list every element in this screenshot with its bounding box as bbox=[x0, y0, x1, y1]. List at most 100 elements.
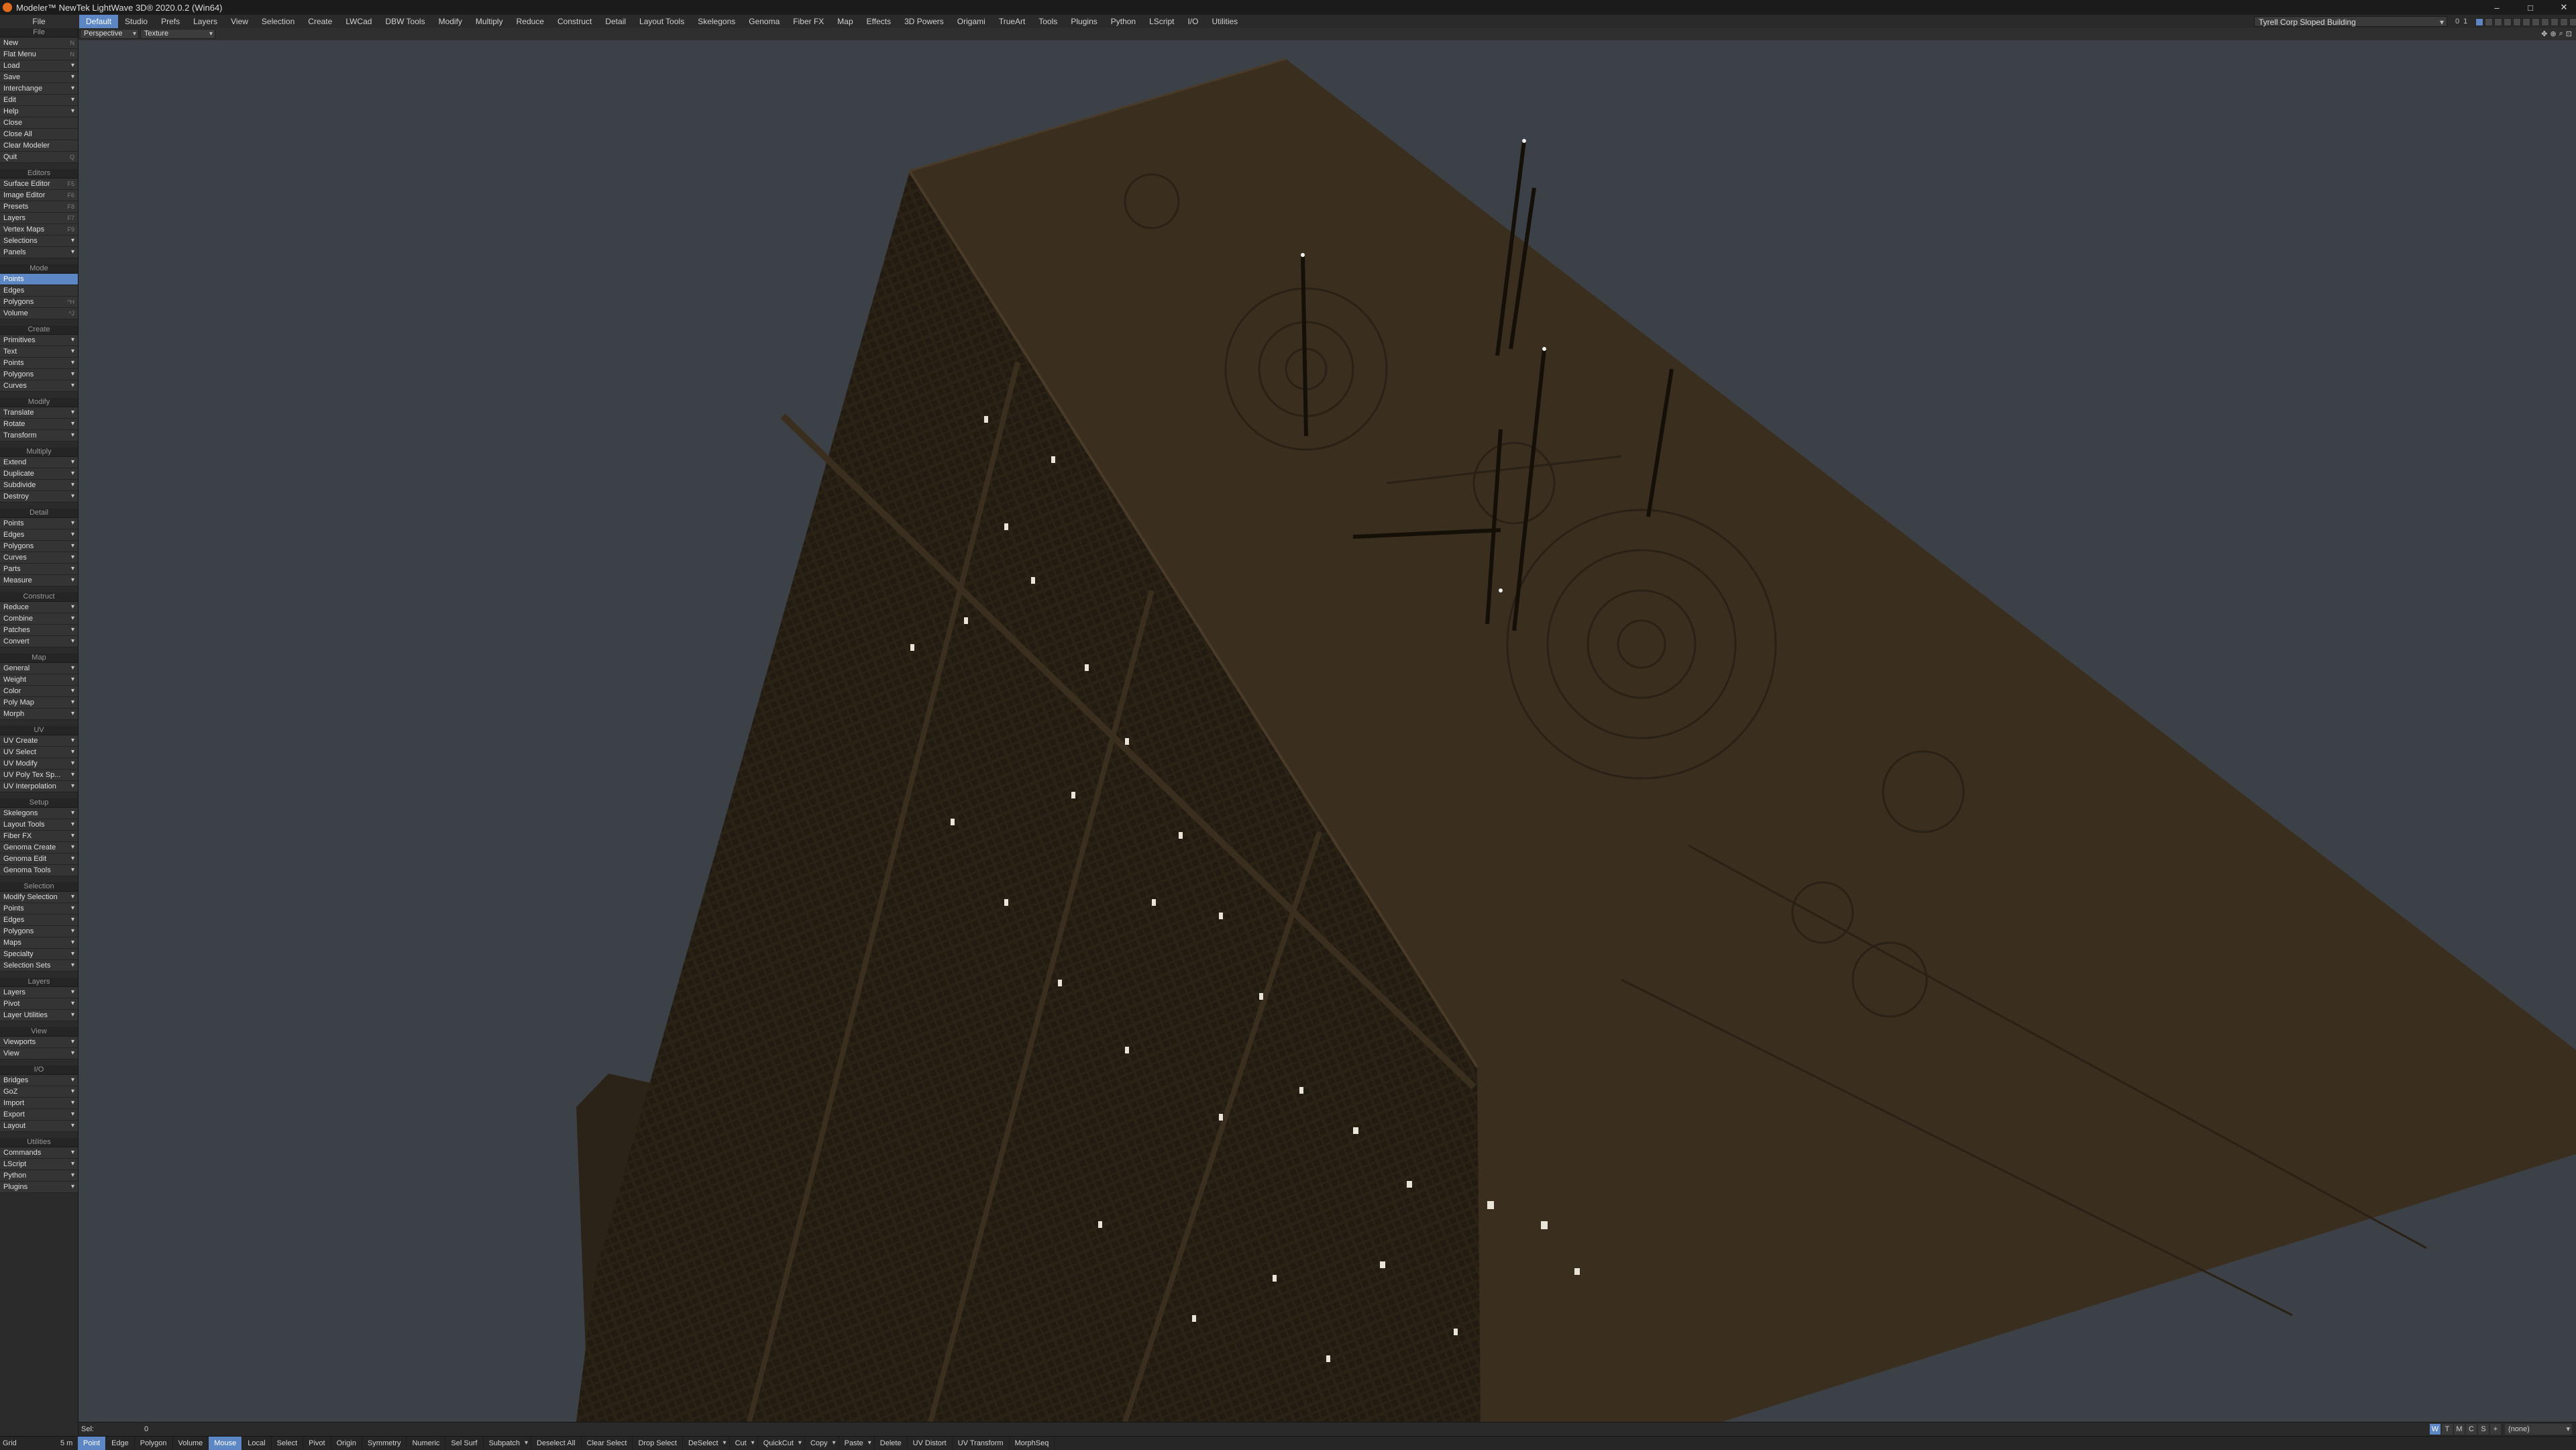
tool-polygon[interactable]: Polygon bbox=[135, 1437, 173, 1450]
sidebar-button-modify-selection[interactable]: Modify Selection ▾ bbox=[0, 892, 78, 903]
sidebar-button-viewports[interactable]: Viewports ▾ bbox=[0, 1037, 78, 1048]
tool-sel-surf[interactable]: Sel Surf bbox=[445, 1437, 484, 1450]
tab-lscript[interactable]: LScript bbox=[1142, 15, 1181, 28]
sidebar-button-genoma-tools[interactable]: Genoma Tools ▾ bbox=[0, 865, 78, 876]
sidebar-button-edges[interactable]: Edges ▾ bbox=[0, 529, 78, 541]
tool-uv-transform[interactable]: UV Transform bbox=[953, 1437, 1010, 1450]
layer-button[interactable] bbox=[2532, 18, 2540, 26]
sidebar-button-duplicate[interactable]: Duplicate ▾ bbox=[0, 468, 78, 480]
sidebar-button-parts[interactable]: Parts ▾ bbox=[0, 564, 78, 575]
tab-plugins[interactable]: Plugins bbox=[1064, 15, 1104, 28]
sidebar-button-specialty[interactable]: Specialty ▾ bbox=[0, 949, 78, 960]
sidebar-button-lscript[interactable]: LScript ▾ bbox=[0, 1159, 78, 1170]
tab-tools[interactable]: Tools bbox=[1032, 15, 1064, 28]
tab-map[interactable]: Map bbox=[830, 15, 859, 28]
tab-detail[interactable]: Detail bbox=[598, 15, 633, 28]
sidebar-button-load[interactable]: Load ▾ bbox=[0, 60, 78, 72]
tool-select[interactable]: Select bbox=[272, 1437, 304, 1450]
tool-local[interactable]: Local bbox=[242, 1437, 272, 1450]
tab-dbw-tools[interactable]: DBW Tools bbox=[378, 15, 431, 28]
sidebar-button-morph[interactable]: Morph ▾ bbox=[0, 709, 78, 720]
tool-deselect-all[interactable]: Deselect All bbox=[531, 1437, 582, 1450]
tool-pivot[interactable]: Pivot bbox=[303, 1437, 331, 1450]
sidebar-button-combine[interactable]: Combine ▾ bbox=[0, 613, 78, 625]
sidebar-button-uv-select[interactable]: UV Select ▾ bbox=[0, 747, 78, 758]
sidebar-button-view[interactable]: View ▾ bbox=[0, 1048, 78, 1059]
perspective-viewport[interactable] bbox=[78, 40, 2576, 1422]
sidebar-button-python[interactable]: Python ▾ bbox=[0, 1170, 78, 1182]
vmap-dropdown[interactable]: (none) bbox=[2505, 1424, 2572, 1435]
tab-python[interactable]: Python bbox=[1104, 15, 1142, 28]
tool-symmetry[interactable]: Symmetry bbox=[362, 1437, 407, 1450]
sidebar-button-uv-interpolation[interactable]: UV Interpolation ▾ bbox=[0, 781, 78, 792]
sidebar-button-subdivide[interactable]: Subdivide ▾ bbox=[0, 480, 78, 491]
sidebar-button-quit[interactable]: Quit Q bbox=[0, 152, 78, 163]
new-vmap-button[interactable]: + bbox=[2490, 1424, 2501, 1435]
move-view-icon[interactable]: ✥ bbox=[2541, 30, 2547, 38]
sidebar-button-layout-tools[interactable]: Layout Tools ▾ bbox=[0, 819, 78, 831]
view-mode-dropdown[interactable]: Perspective bbox=[80, 29, 139, 39]
tab-default[interactable]: Default bbox=[79, 15, 119, 28]
sidebar-button-help[interactable]: Help ▾ bbox=[0, 106, 78, 117]
sidebar-button-selection-sets[interactable]: Selection Sets ▾ bbox=[0, 960, 78, 972]
tab-origami[interactable]: Origami bbox=[951, 15, 992, 28]
tab-layers[interactable]: Layers bbox=[186, 15, 224, 28]
sidebar-button-translate[interactable]: Translate ▾ bbox=[0, 407, 78, 419]
sidebar-button-text[interactable]: Text ▾ bbox=[0, 346, 78, 358]
layer-button[interactable] bbox=[2541, 18, 2549, 26]
sidebar-button-curves[interactable]: Curves ▾ bbox=[0, 380, 78, 392]
sidebar-button-fiber-fx[interactable]: Fiber FX ▾ bbox=[0, 831, 78, 842]
tool-edge[interactable]: Edge bbox=[106, 1437, 135, 1450]
sidebar-button-panels[interactable]: Panels ▾ bbox=[0, 247, 78, 258]
sidebar-button-close[interactable]: Close bbox=[0, 117, 78, 129]
texture-map-button[interactable]: T bbox=[2442, 1424, 2453, 1435]
tab-effects[interactable]: Effects bbox=[860, 15, 898, 28]
layer-button[interactable] bbox=[2522, 18, 2530, 26]
sidebar-button-polygons[interactable]: Polygons ▾ bbox=[0, 541, 78, 552]
sidebar-button-genoma-create[interactable]: Genoma Create ▾ bbox=[0, 842, 78, 853]
sidebar-button-pivot[interactable]: Pivot ▾ bbox=[0, 998, 78, 1010]
sidebar-button-maps[interactable]: Maps ▾ bbox=[0, 937, 78, 949]
tab-construct[interactable]: Construct bbox=[551, 15, 598, 28]
sidebar-button-genoma-edit[interactable]: Genoma Edit ▾ bbox=[0, 853, 78, 865]
tool-volume[interactable]: Volume bbox=[173, 1437, 209, 1450]
tab-layout-tools[interactable]: Layout Tools bbox=[633, 15, 691, 28]
sidebar-button-polygons[interactable]: Polygons ▾ bbox=[0, 926, 78, 937]
sidebar-button-clear-modeler[interactable]: Clear Modeler bbox=[0, 140, 78, 152]
layer-button[interactable] bbox=[2494, 18, 2502, 26]
file-tab[interactable]: File bbox=[0, 15, 78, 28]
tab-create[interactable]: Create bbox=[301, 15, 339, 28]
tab-skelegons[interactable]: Skelegons bbox=[691, 15, 742, 28]
tool-morphseq[interactable]: MorphSeq bbox=[1010, 1437, 1055, 1450]
shading-dropdown[interactable]: Texture bbox=[140, 29, 215, 39]
color-map-button[interactable]: C bbox=[2466, 1424, 2477, 1435]
tab-i-o[interactable]: I/O bbox=[1181, 15, 1205, 28]
sidebar-button-uv-create[interactable]: UV Create ▾ bbox=[0, 735, 78, 747]
tab-3d-powers[interactable]: 3D Powers bbox=[898, 15, 951, 28]
sidebar-button-layers[interactable]: Layers F7 bbox=[0, 213, 78, 224]
sidebar-button-general[interactable]: General ▾ bbox=[0, 663, 78, 674]
sidebar-button-edit[interactable]: Edit ▾ bbox=[0, 95, 78, 106]
tool-point[interactable]: Point bbox=[78, 1437, 107, 1450]
sidebar-button-measure[interactable]: Measure ▾ bbox=[0, 575, 78, 586]
sidebar-button-points[interactable]: Points bbox=[0, 274, 78, 285]
sidebar-button-export[interactable]: Export ▾ bbox=[0, 1109, 78, 1121]
tab-selection[interactable]: Selection bbox=[255, 15, 301, 28]
sidebar-button-reduce[interactable]: Reduce ▾ bbox=[0, 602, 78, 613]
sidebar-button-close-all[interactable]: Close All bbox=[0, 129, 78, 140]
sidebar-button-polygons[interactable]: Polygons ▾ bbox=[0, 369, 78, 380]
tab-reduce[interactable]: Reduce bbox=[510, 15, 551, 28]
sidebar-button-curves[interactable]: Curves ▾ bbox=[0, 552, 78, 564]
sidebar-button-points[interactable]: Points ▾ bbox=[0, 903, 78, 915]
sidebar-button-convert[interactable]: Convert ▾ bbox=[0, 636, 78, 648]
tab-prefs[interactable]: Prefs bbox=[154, 15, 186, 28]
layer-button[interactable] bbox=[2475, 18, 2483, 26]
sidebar-button-uv-poly-tex-sp[interactable]: UV Poly Tex Sp... ▾ bbox=[0, 770, 78, 781]
sidebar-button-extend[interactable]: Extend ▾ bbox=[0, 457, 78, 468]
tool-paste[interactable]: Paste bbox=[839, 1437, 875, 1450]
object-selector[interactable]: Tyrell Corp Sloped Building bbox=[2254, 16, 2447, 28]
sidebar-button-save[interactable]: Save ▾ bbox=[0, 72, 78, 83]
sidebar-button-edges[interactable]: Edges bbox=[0, 285, 78, 297]
tool-origin[interactable]: Origin bbox=[331, 1437, 362, 1450]
tool-cut[interactable]: Cut bbox=[730, 1437, 758, 1450]
